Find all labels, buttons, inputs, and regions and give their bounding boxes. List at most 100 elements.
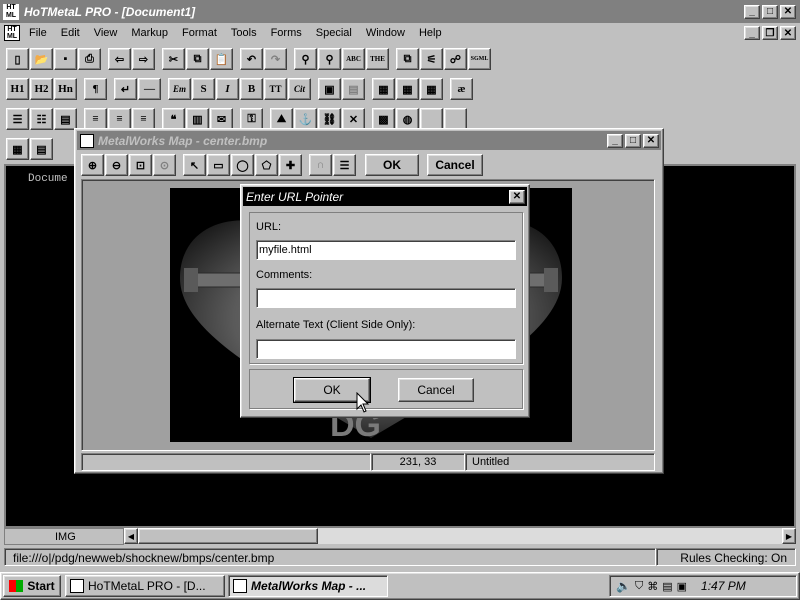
- doc-minimize-button[interactable]: _: [744, 26, 760, 40]
- definition-list-icon[interactable]: ▤: [54, 108, 77, 130]
- url-input[interactable]: myfile.html: [256, 240, 516, 260]
- link-icon[interactable]: ⛓: [318, 108, 341, 130]
- tray-app-icon[interactable]: ▤: [662, 580, 672, 593]
- h2-button[interactable]: H2: [30, 78, 53, 100]
- back-icon[interactable]: ⇦: [108, 48, 131, 70]
- pointer-tool-icon[interactable]: ↖: [183, 154, 206, 176]
- tt-button[interactable]: TT: [264, 78, 287, 100]
- zoom-out-icon[interactable]: ⊖: [105, 154, 128, 176]
- line-break-icon[interactable]: ↵: [114, 78, 137, 100]
- undo-icon[interactable]: ↶: [240, 48, 263, 70]
- url-dialog-close-button[interactable]: ✕: [509, 189, 525, 204]
- volume-icon[interactable]: 🔈: [616, 579, 631, 593]
- table-cell-icon[interactable]: ▦: [420, 78, 443, 100]
- blank-icon-a[interactable]: [420, 108, 443, 130]
- menu-help[interactable]: Help: [412, 27, 449, 39]
- map-cancel-button[interactable]: Cancel: [427, 154, 483, 176]
- picture-icon[interactable]: ⛰: [270, 108, 293, 130]
- menu-view[interactable]: View: [87, 27, 125, 39]
- image-icon[interactable]: ▣: [318, 78, 341, 100]
- layout-icon[interactable]: ▤: [30, 138, 53, 160]
- cite-button[interactable]: Cit: [288, 78, 311, 100]
- app-titlebar[interactable]: HT ML HoTMetaL PRO - [Document1] _ □ ✕: [0, 0, 800, 23]
- point-tool-icon[interactable]: ✚: [279, 154, 302, 176]
- save-icon[interactable]: ▪: [54, 48, 77, 70]
- menu-file[interactable]: File: [22, 27, 54, 39]
- menu-format[interactable]: Format: [175, 27, 224, 39]
- attributes-icon[interactable]: ⚟: [420, 48, 443, 70]
- address-icon[interactable]: ✉: [210, 108, 233, 130]
- anchor-icon[interactable]: ⚓: [294, 108, 317, 130]
- polygon-tool-icon[interactable]: ⬠: [255, 154, 278, 176]
- menu-markup[interactable]: Markup: [124, 27, 175, 39]
- list-regions-icon[interactable]: ☰: [333, 154, 356, 176]
- task-hotmetal[interactable]: HoTMetaL PRO - [D...: [65, 575, 225, 597]
- list-item-icon[interactable]: ≡: [84, 108, 107, 130]
- em-button[interactable]: Em: [168, 78, 191, 100]
- display-icon[interactable]: ▣: [677, 580, 687, 593]
- close-button[interactable]: ✕: [780, 4, 796, 19]
- doc-icon[interactable]: HT ML: [4, 25, 20, 41]
- network-icon[interactable]: ⌘: [647, 580, 658, 593]
- menu-window[interactable]: Window: [359, 27, 412, 39]
- zoom-fit-icon[interactable]: ⊡: [129, 154, 152, 176]
- cut-icon[interactable]: ✂: [162, 48, 185, 70]
- table-icon[interactable]: ▦: [372, 78, 395, 100]
- h1-button[interactable]: H1: [6, 78, 29, 100]
- map-window-titlebar[interactable]: MetalWorks Map - center.bmp _ □ ✕: [77, 131, 661, 150]
- numbered-list-icon[interactable]: ☷: [30, 108, 53, 130]
- bullet-list-icon[interactable]: ☰: [6, 108, 29, 130]
- circle-tool-icon[interactable]: ◯: [231, 154, 254, 176]
- table-row-icon[interactable]: ▦: [396, 78, 419, 100]
- tag-icon[interactable]: ⧉: [396, 48, 419, 70]
- zoom-in-icon[interactable]: ⊕: [81, 154, 104, 176]
- start-button[interactable]: Start: [3, 575, 61, 597]
- menu-special[interactable]: Special: [309, 27, 359, 39]
- new-icon[interactable]: ▯: [6, 48, 29, 70]
- menu-tools[interactable]: Tools: [224, 27, 264, 39]
- frame-icon[interactable]: ▦: [6, 138, 29, 160]
- rectangle-tool-icon[interactable]: ▭: [207, 154, 230, 176]
- align-right-icon[interactable]: ≡: [132, 108, 155, 130]
- horizontal-rule-icon[interactable]: —: [138, 78, 161, 100]
- key-icon[interactable]: ⚿: [240, 108, 263, 130]
- globe-icon[interactable]: ◍: [396, 108, 419, 130]
- forward-icon[interactable]: ⇨: [132, 48, 155, 70]
- thesaurus-icon[interactable]: THE: [366, 48, 389, 70]
- url-dialog-titlebar[interactable]: Enter URL Pointer ✕: [243, 187, 527, 206]
- doc-close-button[interactable]: ✕: [780, 26, 796, 40]
- pre-icon[interactable]: ▥: [186, 108, 209, 130]
- map-ok-button[interactable]: OK: [365, 154, 419, 176]
- paste-icon[interactable]: 📋: [210, 48, 233, 70]
- scroll-thumb[interactable]: [138, 528, 318, 544]
- preview-icon[interactable]: ☍: [444, 48, 467, 70]
- image-map-icon[interactable]: ▤: [342, 78, 365, 100]
- form-icon[interactable]: ▩: [372, 108, 395, 130]
- url-cancel-button[interactable]: Cancel: [398, 378, 474, 402]
- paragraph-button[interactable]: ¶: [84, 78, 107, 100]
- menu-forms[interactable]: Forms: [264, 27, 309, 39]
- minimize-button[interactable]: _: [744, 4, 760, 19]
- unlink-icon[interactable]: ✕: [342, 108, 365, 130]
- copy-icon[interactable]: ⧉: [186, 48, 209, 70]
- scroll-right-button[interactable]: ▶: [782, 528, 796, 544]
- map-minimize-button[interactable]: _: [607, 133, 623, 148]
- menu-edit[interactable]: Edit: [54, 27, 87, 39]
- maximize-button[interactable]: □: [762, 4, 778, 19]
- shield-icon[interactable]: ⛉: [635, 580, 643, 593]
- italic-button[interactable]: I: [216, 78, 239, 100]
- task-metalworks[interactable]: MetalWorks Map - ...: [228, 575, 388, 597]
- bold-button[interactable]: B: [240, 78, 263, 100]
- ae-button[interactable]: æ: [450, 78, 473, 100]
- hn-button[interactable]: Hn: [54, 78, 77, 100]
- redo-icon[interactable]: ↷: [264, 48, 287, 70]
- comments-input[interactable]: [256, 288, 516, 308]
- strong-button[interactable]: S: [192, 78, 215, 100]
- align-center-icon[interactable]: ≡: [108, 108, 131, 130]
- blank-icon-b[interactable]: [444, 108, 467, 130]
- open-icon[interactable]: 📂: [30, 48, 53, 70]
- map-close-button[interactable]: ✕: [643, 133, 659, 148]
- spell-check-icon[interactable]: ABC: [342, 48, 365, 70]
- scroll-left-button[interactable]: ◀: [124, 528, 138, 544]
- zoom-actual-icon[interactable]: ⊙: [153, 154, 176, 176]
